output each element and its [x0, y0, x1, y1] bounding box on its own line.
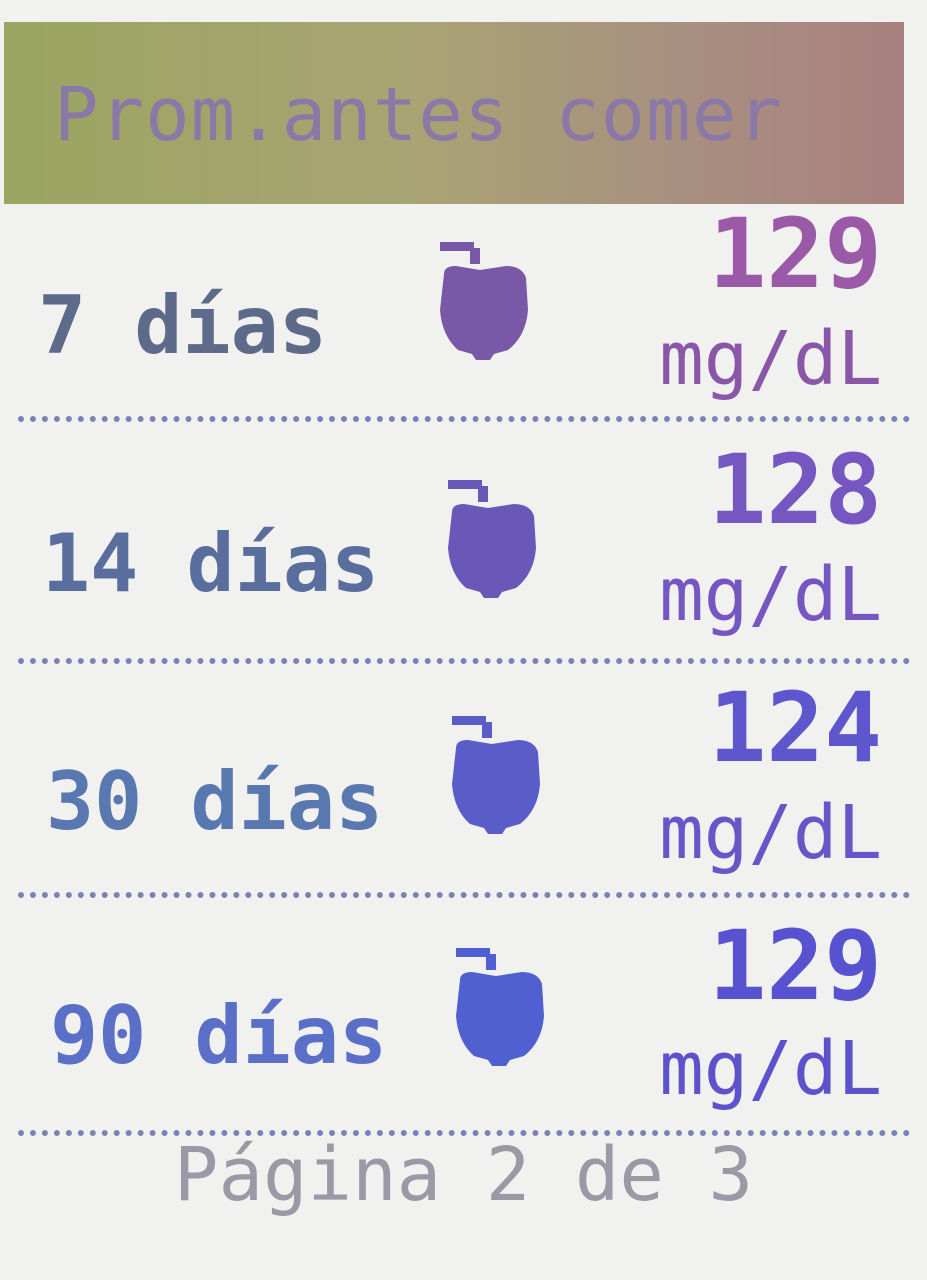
average-value: 129: [708, 910, 882, 1022]
period-label: 90 días: [50, 989, 388, 1082]
period-label: 30 días: [46, 755, 384, 848]
apple-icon: [456, 948, 544, 1066]
unit-label: mg/dL: [659, 316, 882, 402]
apple-icon: [440, 242, 528, 360]
apple-icon: [452, 716, 540, 834]
meter-screen: Prom.antes comer 7 días 129 mg/dL 14 día…: [0, 0, 927, 1280]
screen-title: Prom.antes comer: [54, 72, 783, 158]
page-indicator: Página 2 de 3: [173, 1132, 754, 1218]
header-bar: Prom.antes comer: [4, 22, 904, 204]
average-value: 128: [708, 434, 882, 546]
row-divider: [18, 416, 910, 422]
average-row-7-days: 7 días 129 mg/dL: [20, 200, 910, 430]
unit-label: mg/dL: [659, 1026, 882, 1112]
row-divider: [18, 658, 910, 664]
average-row-30-days: 30 días 124 mg/dL: [20, 676, 910, 906]
average-value: 129: [708, 198, 882, 310]
average-value: 124: [708, 672, 882, 784]
average-row-90-days: 90 días 129 mg/dL: [20, 910, 910, 1140]
row-divider: [18, 892, 910, 898]
apple-icon: [448, 480, 536, 598]
period-label: 14 días: [42, 517, 380, 610]
unit-label: mg/dL: [659, 552, 882, 638]
period-label: 7 días: [38, 279, 327, 372]
average-row-14-days: 14 días 128 mg/dL: [20, 438, 910, 668]
unit-label: mg/dL: [659, 790, 882, 876]
